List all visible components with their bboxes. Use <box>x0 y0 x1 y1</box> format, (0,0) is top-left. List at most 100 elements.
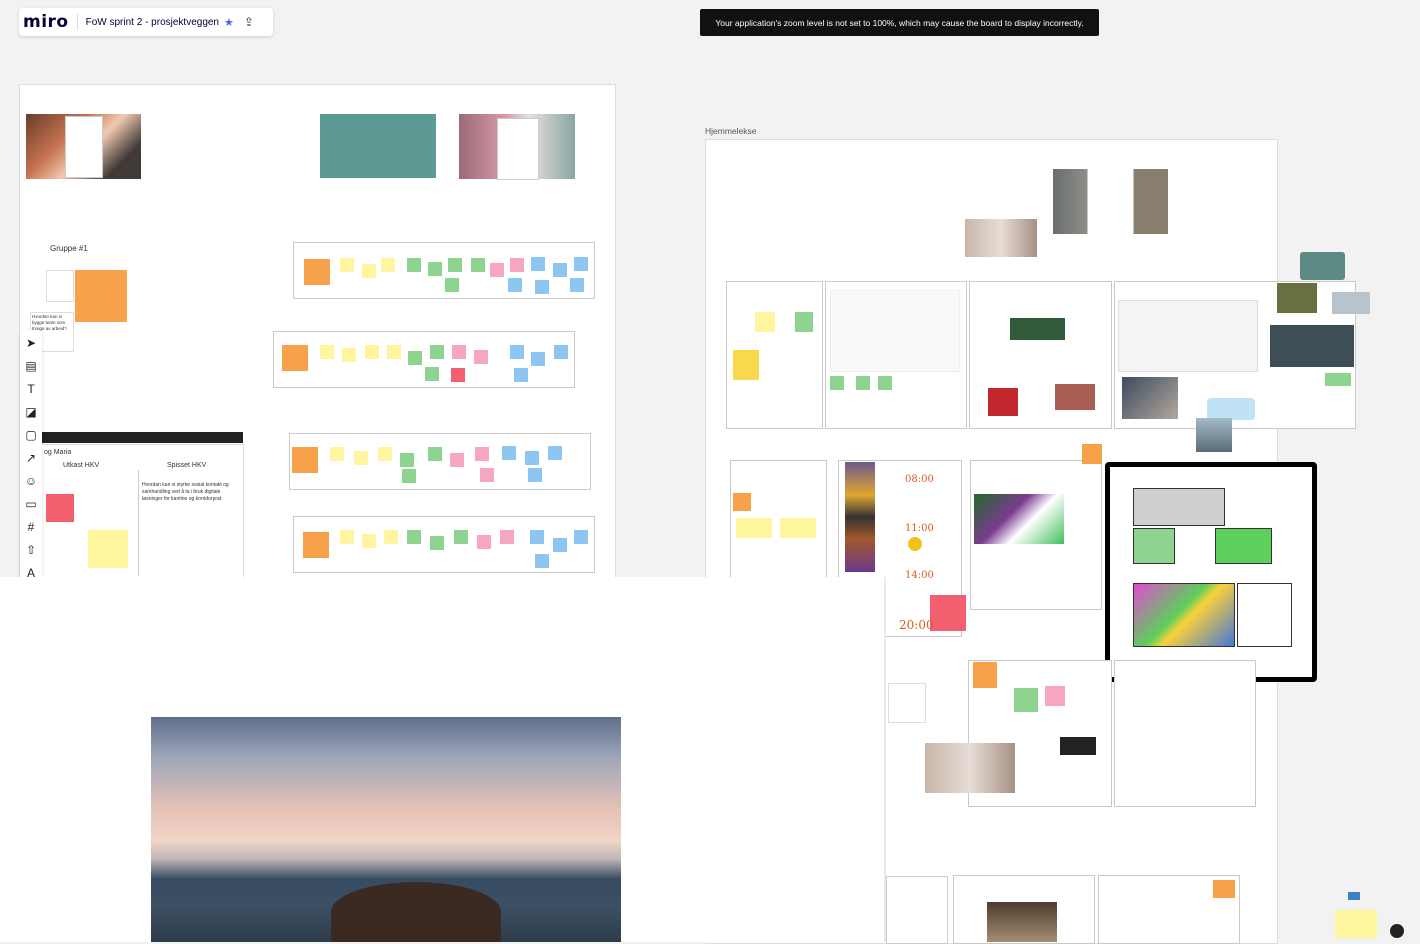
sticky-note[interactable] <box>535 554 549 568</box>
sticky-note[interactable] <box>46 494 74 522</box>
sticky-note[interactable] <box>340 530 354 544</box>
sticky-note[interactable] <box>400 453 414 467</box>
sticky-note[interactable] <box>408 351 422 365</box>
sticky-note[interactable] <box>856 376 870 390</box>
dark-card[interactable] <box>1060 737 1096 755</box>
comic-panel[interactable] <box>1133 583 1235 647</box>
photo-image[interactable] <box>1196 418 1232 452</box>
photo-image[interactable] <box>987 902 1057 942</box>
sticky-note[interactable] <box>1325 373 1351 386</box>
sticky-note[interactable] <box>425 367 439 381</box>
sticky-note[interactable] <box>514 368 528 382</box>
photo-image[interactable] <box>1270 325 1354 367</box>
sticky-note[interactable] <box>755 312 775 332</box>
avatar[interactable] <box>1390 924 1404 938</box>
comic-panel[interactable] <box>1215 528 1272 564</box>
sticky-note[interactable] <box>474 350 488 364</box>
sticky-note[interactable] <box>1082 444 1102 464</box>
sticky-note[interactable] <box>342 348 356 362</box>
sticky-note[interactable] <box>733 493 751 511</box>
shape-tool-icon[interactable]: ▢ <box>25 426 36 444</box>
sticky-note[interactable] <box>320 345 334 359</box>
sticky-note[interactable] <box>525 451 539 465</box>
card-image-2[interactable] <box>497 118 539 180</box>
templates-tool-icon[interactable]: ▤ <box>25 357 36 375</box>
sticky-note[interactable] <box>510 258 524 272</box>
frame-tool-icon[interactable]: # <box>28 518 35 536</box>
sticky-note[interactable] <box>430 536 444 550</box>
sticky-note[interactable] <box>830 376 844 390</box>
photo-image[interactable] <box>1055 384 1095 410</box>
photo-image[interactable] <box>925 743 1015 793</box>
sprint-row-2[interactable] <box>273 331 575 388</box>
sticky-note[interactable] <box>973 662 997 688</box>
sticky-note[interactable] <box>451 368 465 382</box>
sticky-note[interactable] <box>445 278 459 292</box>
sticky-note[interactable] <box>475 447 489 461</box>
sticky-note[interactable] <box>304 259 330 285</box>
sticky-note[interactable] <box>531 352 545 366</box>
frame-title[interactable]: Hjemmelekse <box>705 126 757 136</box>
sticky-note[interactable] <box>362 264 376 278</box>
sticky-note[interactable] <box>477 535 491 549</box>
sticky-note[interactable] <box>554 345 568 359</box>
sticky-note[interactable] <box>378 447 392 461</box>
sticky-note[interactable] <box>452 345 466 359</box>
sticky-note[interactable] <box>733 350 759 380</box>
sticky-note[interactable] <box>430 345 444 359</box>
sticky-note[interactable] <box>330 447 344 461</box>
small-badge[interactable] <box>1348 892 1360 900</box>
sticky-note[interactable] <box>365 345 379 359</box>
sticky-note[interactable] <box>574 530 588 544</box>
emoji-tool-icon[interactable]: ☺ <box>25 472 37 490</box>
comment-tool-icon[interactable]: ▭ <box>25 495 36 513</box>
sticky-note[interactable] <box>448 258 462 272</box>
sticky-note[interactable] <box>303 532 329 558</box>
text-tool-icon[interactable]: T <box>27 380 34 398</box>
sticky-note[interactable] <box>1045 686 1065 706</box>
sticky-note[interactable] <box>780 518 816 538</box>
sticky-note-white[interactable] <box>46 270 74 302</box>
comic-panel[interactable] <box>1133 528 1175 564</box>
sticky-note[interactable] <box>340 258 354 272</box>
sticky-note[interactable] <box>471 258 485 272</box>
sticky-note[interactable] <box>736 518 772 538</box>
sticky-note[interactable] <box>402 469 416 483</box>
sticky-note[interactable] <box>553 538 567 552</box>
sticky-note[interactable] <box>292 447 318 473</box>
sticky-note[interactable] <box>450 453 464 467</box>
sticky-note[interactable] <box>553 263 567 277</box>
sticky-note[interactable] <box>1335 910 1377 938</box>
sticky-note[interactable] <box>1014 688 1038 712</box>
sticky-note[interactable] <box>502 446 516 460</box>
sticky-note[interactable] <box>454 530 468 544</box>
photo-image[interactable] <box>965 219 1037 257</box>
sticky-note[interactable] <box>480 468 494 482</box>
sticky-note[interactable] <box>1213 880 1235 898</box>
connector-tool-icon[interactable]: ↗ <box>26 449 36 467</box>
sticky-note[interactable] <box>508 278 522 292</box>
sticky-note[interactable] <box>878 376 892 390</box>
photo-image[interactable] <box>1122 377 1178 419</box>
teal-slide[interactable] <box>320 114 436 178</box>
sticky-note[interactable] <box>570 278 584 292</box>
board-title[interactable]: FoW sprint 2 - prosjektveggen <box>86 17 219 28</box>
share-icon[interactable]: ⇪ <box>244 15 254 29</box>
sticky-note[interactable] <box>384 530 398 544</box>
comic-image[interactable] <box>974 494 1064 544</box>
sprint-row-3[interactable] <box>289 433 591 490</box>
photo-image[interactable] <box>1277 283 1317 313</box>
card-image[interactable] <box>65 116 103 178</box>
sticky-note[interactable] <box>407 258 421 272</box>
sticky-note[interactable] <box>510 345 524 359</box>
comic-text-panel[interactable] <box>1237 583 1292 647</box>
miro-logo[interactable]: miro <box>23 12 69 32</box>
sticky-note[interactable] <box>490 263 504 277</box>
upload-tool-icon[interactable]: ⇧ <box>26 541 36 559</box>
sunset-photo[interactable] <box>151 717 621 942</box>
sprint-row-1[interactable] <box>293 242 595 299</box>
subframe[interactable] <box>1114 660 1256 807</box>
sticky-note[interactable] <box>387 345 401 359</box>
sticky-note[interactable] <box>548 446 562 460</box>
sticky-note[interactable] <box>530 530 544 544</box>
